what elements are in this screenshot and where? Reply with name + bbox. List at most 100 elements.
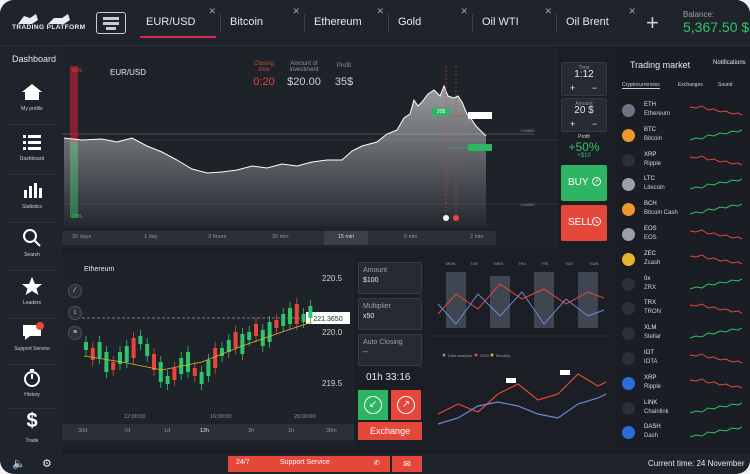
marker-value-label: 20$ [436, 109, 446, 115]
weekday-label: MON [446, 261, 455, 266]
candle-time-label: 20:00:00 [294, 414, 315, 420]
market-row-iot[interactable]: IOT IOTA [620, 348, 746, 370]
tab-bitcoin[interactable]: Bitcoin ✕ [220, 0, 304, 46]
tab-gold[interactable]: Gold ✕ [388, 0, 472, 46]
buy-button[interactable]: BUY ↗ [561, 165, 607, 201]
order-autoclose[interactable]: Auto Closing -- [358, 334, 422, 366]
timeframe-1d[interactable]: 1d [164, 428, 170, 434]
timeframe-12h[interactable]: 12h [200, 428, 209, 434]
sidebar-item-search[interactable]: Search [4, 222, 60, 268]
coin-icon [622, 426, 635, 440]
add-tab-button[interactable]: + [646, 10, 659, 36]
market-symbol: EOS [644, 226, 657, 232]
close-icon[interactable]: ✕ [208, 6, 216, 17]
mail-icon[interactable]: ✉ [392, 456, 422, 472]
timeframe-30d[interactable]: 30d [78, 428, 87, 434]
tab-oil-wti[interactable]: Oil WTI ✕ [472, 0, 556, 46]
close-icon[interactable]: ✕ [544, 6, 552, 17]
long-button[interactable]: ↙ [358, 390, 388, 420]
market-row-trx[interactable]: TRX TRON [620, 298, 746, 320]
timeframe-30-min[interactable]: 30 min [272, 234, 289, 240]
list-icon [23, 135, 41, 150]
order-multiplier[interactable]: Multiplier x50 [358, 298, 422, 330]
settings-gear-icon[interactable]: ⚙ [42, 457, 52, 470]
market-name: IOTA [644, 359, 658, 365]
timeframe-5-min[interactable]: 5 min [404, 234, 417, 240]
candle [84, 342, 88, 350]
market-row-dash[interactable]: DASH Dash [620, 422, 746, 444]
tab-label: Ethereum [314, 16, 362, 28]
timeframe-2-min[interactable]: 2 min [470, 234, 483, 240]
market-row-btc[interactable]: BTC Bitcoin [620, 125, 746, 147]
market-row-xrp[interactable]: XRP Ripple [620, 150, 746, 172]
sidebar-title: Dashboard [12, 54, 57, 64]
sidebar-item-trade[interactable]: $ Trade [4, 408, 60, 454]
market-row-bch[interactable]: BCH Bitcoin Cash [620, 199, 746, 221]
market-row-ltc[interactable]: LTC Litecoin [620, 174, 746, 196]
order-amount[interactable]: Amount $100 [358, 262, 422, 294]
indicators-icon[interactable]: ≡ [68, 326, 82, 340]
close-icon[interactable]: ✕ [628, 6, 636, 17]
close-icon[interactable]: ✕ [292, 6, 300, 17]
close-icon[interactable]: ✕ [460, 6, 468, 17]
coin-icon [622, 153, 635, 167]
timeframe-15-min[interactable]: 15 min [324, 231, 368, 245]
sidebar-item-label: Statistics [21, 204, 42, 210]
sidebar-item-leaders[interactable]: Leaders [4, 270, 60, 316]
timeframe-30m[interactable]: 30m [326, 428, 337, 434]
sidebar-item-dashboard[interactable]: Dashboard [4, 126, 60, 172]
candle [247, 332, 252, 340]
tab-cryptocurrencies[interactable]: Cryptocurrencies [622, 82, 660, 89]
amount-control: Amount 20 $ + − [561, 98, 607, 132]
timeframe-3h[interactable]: 3h [248, 428, 254, 434]
market-row-eos[interactable]: EOS EOS [620, 224, 746, 246]
sidebar-item-statistics[interactable]: Statistics [4, 174, 60, 220]
market-row-link[interactable]: LINK Chainlink [620, 398, 746, 420]
time-increase-button[interactable]: + [570, 83, 575, 93]
exchange-button[interactable]: Exchange [358, 422, 422, 440]
market-row-xrp[interactable]: XRP Ripple [620, 373, 746, 395]
bar-chart-icon [24, 183, 42, 198]
timeframe-3-hours[interactable]: 3 hours [208, 234, 226, 240]
tab-sound[interactable]: Sound [718, 82, 732, 88]
sidebar: Dashboard My profile Dashboard Statistic… [0, 46, 62, 454]
timeframe-1h[interactable]: 1h [288, 428, 294, 434]
market-row-xlm[interactable]: XLM Stellar [620, 323, 746, 345]
sidebar-item-history[interactable]: History [4, 362, 60, 408]
amount-increase-button[interactable]: + [570, 119, 575, 129]
sidebar-item-label: My profile [21, 106, 43, 112]
notifications-link[interactable]: Notifications [713, 60, 746, 66]
sidebar-item-support[interactable]: Support Service [4, 316, 60, 362]
market-symbol: TRX [644, 300, 656, 307]
layout-toggle-button[interactable] [96, 12, 126, 34]
home-icon [22, 84, 42, 100]
bottom-bar: 🔈 ⚙ 24/7 Support Service ✆ ✉ Current tim… [0, 454, 750, 474]
timeframe-30-days[interactable]: 30 days [72, 234, 91, 240]
trend-line-icon[interactable]: ⁄ [68, 284, 82, 298]
short-button[interactable]: ↗ [391, 390, 421, 420]
tab-eur-usd[interactable]: EUR/USD ✕ [136, 0, 220, 46]
tab-exchanges[interactable]: Exchanges [678, 82, 703, 88]
volume-icon[interactable]: 🔈 [12, 457, 26, 470]
sidebar-item-my-profile[interactable]: My profile [4, 76, 60, 122]
market-title: Trading market [630, 60, 691, 70]
candle-time-label: 16:00:00 [210, 414, 231, 420]
candlestick-chart[interactable]: 221.3650 220.5 220.0 219.5 12:00:00 16:0… [62, 254, 354, 424]
move-icon[interactable]: ↕ [68, 306, 82, 320]
tab-ethereum[interactable]: Ethereum ✕ [304, 0, 388, 46]
timeframe-1-day[interactable]: 1 day [144, 234, 157, 240]
amount-decrease-button[interactable]: − [592, 119, 597, 129]
time-control: Time 1:12 + − [561, 62, 607, 96]
market-name: Litecoin [644, 185, 665, 192]
market-row-0x[interactable]: 0x ZRX [620, 274, 746, 296]
chart-tools: ⁄ ↕ ≡ [66, 284, 84, 344]
sell-button[interactable]: SELL ↘ [561, 205, 607, 241]
market-row-zec[interactable]: ZEC Zcash [620, 249, 746, 271]
time-decrease-button[interactable]: − [592, 83, 597, 93]
market-row-eth[interactable]: ETH Ethereum [620, 100, 746, 122]
timeframe-7d[interactable]: 7d [124, 428, 130, 434]
close-icon[interactable]: ✕ [376, 6, 384, 17]
arrow-up-icon: ↗ [592, 177, 601, 186]
tab-oil-brent[interactable]: Oil Brent ✕ [556, 0, 640, 46]
support-service-button[interactable]: 24/7 Support Service ✆ [228, 456, 390, 472]
